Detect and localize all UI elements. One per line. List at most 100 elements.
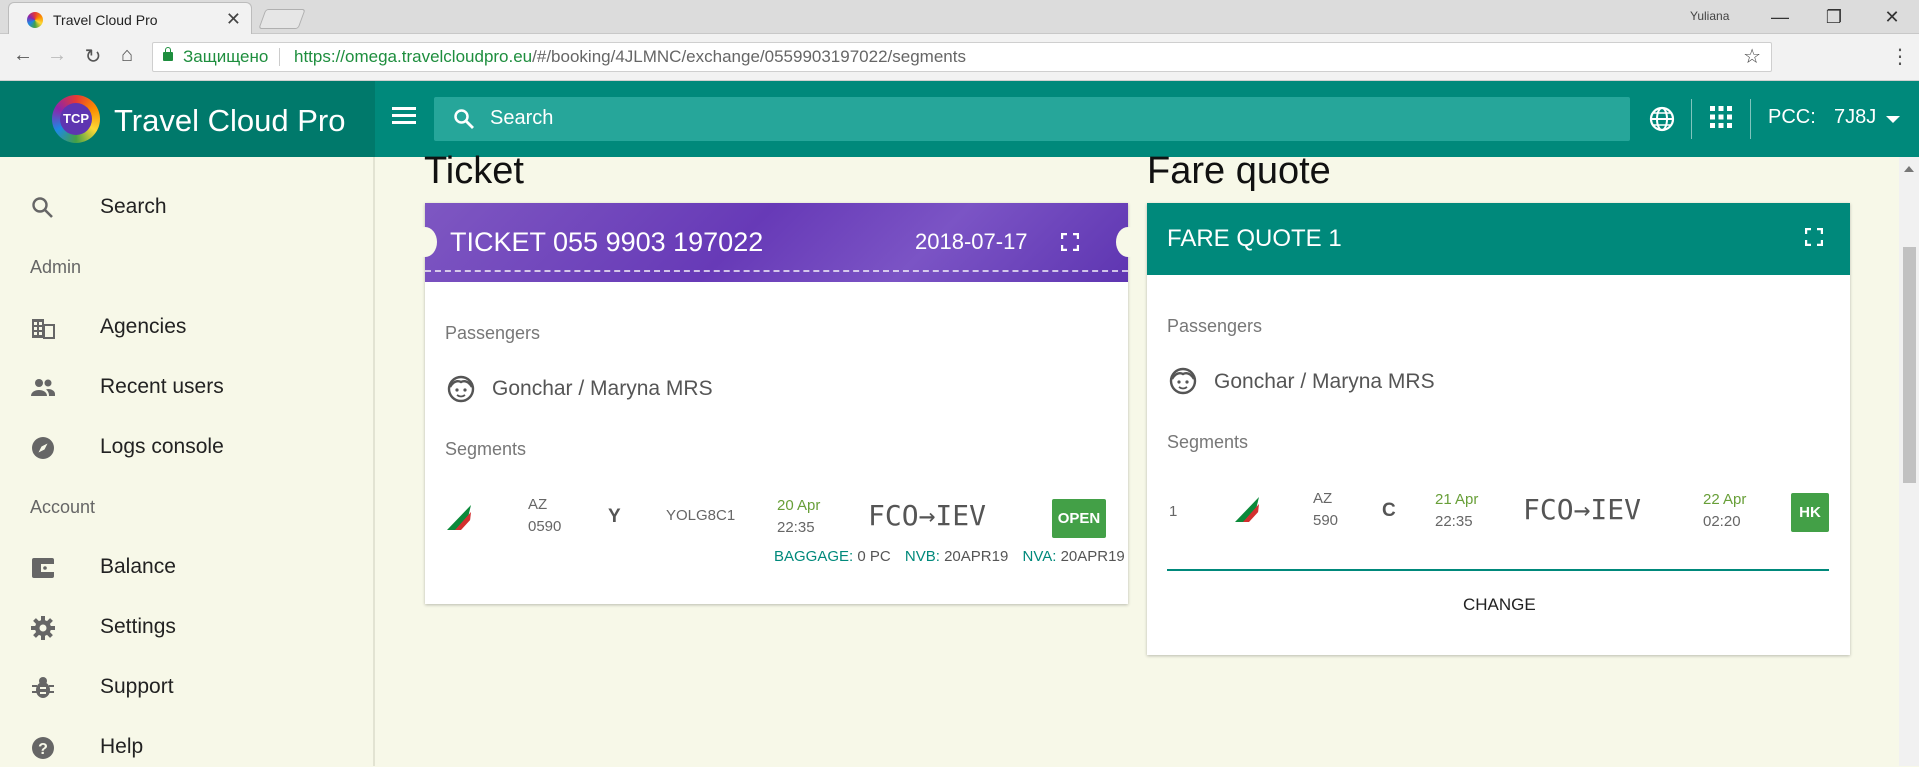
nvb-value: 20APR19 (944, 548, 1009, 565)
restore-icon[interactable]: ❐ (1812, 4, 1856, 30)
search-icon (454, 109, 474, 129)
fare-quote-card: FARE QUOTE 1 Passengers Gonchar / Maryna… (1147, 203, 1850, 655)
ticket-number: TICKET 055 9903 197022 (450, 227, 764, 257)
fare-quote-header: FARE QUOTE 1 (1147, 203, 1850, 275)
new-tab-button[interactable] (258, 9, 306, 29)
tcp-logo: TCP (52, 95, 100, 143)
url-path: /#/booking/4JLMNC/exchange/0559903197022… (532, 47, 966, 66)
browser-tab-bar: Travel Cloud Pro ✕ Yuliana — ❐ ✕ (0, 0, 1919, 35)
fare-quote-title: FARE QUOTE 1 (1167, 225, 1342, 252)
global-search-input[interactable]: Search (434, 97, 1630, 141)
sidebar-item-agencies[interactable]: Agencies (0, 307, 375, 347)
change-divider (1167, 569, 1829, 571)
url-host: https://omega.travelcloudpro.eu (294, 47, 533, 66)
brand-area[interactable]: TCP Travel Cloud Pro (0, 81, 375, 157)
pcc-label: PCC: (1768, 106, 1816, 128)
scrollbar-thumb[interactable] (1903, 247, 1916, 483)
segment-route: FCO→IEV (868, 499, 987, 532)
passenger-face-icon (447, 375, 475, 403)
url-input[interactable]: Защищено https://omega.travelcloudpro.eu… (152, 42, 1772, 72)
reload-icon[interactable]: ↻ (80, 44, 106, 69)
status-badge: OPEN (1052, 499, 1106, 538)
change-button[interactable]: CHANGE (1463, 595, 1536, 615)
sidebar-item-support[interactable]: Support (0, 667, 375, 707)
segment-arr-time: 02:20 (1703, 513, 1741, 530)
segments-label: Segments (1167, 432, 1249, 452)
ticket-perforation (425, 270, 1128, 272)
baggage-value: 0 PC (857, 548, 891, 565)
pcc-select[interactable]: 7J8J (1834, 106, 1876, 129)
url-text: https://omega.travelcloudpro.eu/#/bookin… (294, 43, 966, 71)
help-icon: ? (32, 737, 54, 759)
sidebar-item-label: Help (100, 735, 144, 758)
search-icon (32, 197, 53, 218)
search-placeholder: Search (490, 107, 554, 129)
fullscreen-icon[interactable] (1805, 228, 1823, 246)
secure-label: Защищено (183, 47, 269, 66)
fare-quote-section-title: Fare quote (1147, 150, 1331, 192)
nva-key: NVA: (1022, 548, 1057, 565)
passengers-label: Passengers (1167, 316, 1263, 336)
segment-index: 1 (1169, 503, 1178, 520)
header-divider (1750, 99, 1751, 139)
people-icon (31, 379, 55, 396)
sidebar-item-label: Balance (100, 555, 176, 578)
sidebar-item-label: Support (100, 675, 174, 698)
lock-icon (163, 47, 173, 61)
alitalia-logo-icon (447, 505, 472, 530)
bookmark-star-icon[interactable]: ☆ (1743, 43, 1761, 71)
menu-hamburger-icon[interactable] (392, 107, 416, 127)
address-toolbar: ← → ↻ ⌂ Защищено https://omega.travelclo… (0, 34, 1919, 81)
sidebar-item-recent-users[interactable]: Recent users (0, 367, 375, 407)
passenger-face-icon (1169, 367, 1197, 395)
brand-name: Travel Cloud Pro (114, 103, 346, 138)
logo-text: TCP (60, 103, 92, 135)
segment-dep-time: 22:35 (1435, 513, 1473, 530)
segment-flight: 0590 (528, 518, 562, 535)
browser-menu-icon[interactable]: ⋮ (1890, 44, 1910, 69)
ticket-notch (413, 227, 437, 257)
wallet-icon (32, 558, 55, 578)
browser-tab[interactable]: Travel Cloud Pro ✕ (8, 2, 252, 35)
tab-close-icon[interactable]: ✕ (226, 9, 241, 30)
segment-dep-time: 22:35 (777, 519, 815, 536)
sidebar-item-settings[interactable]: Settings (0, 607, 375, 647)
alitalia-logo-icon (1235, 497, 1260, 522)
sidebar-item-help[interactable]: ? Help (0, 727, 375, 767)
segment-class: Y (608, 506, 621, 527)
ticket-date: 2018-07-17 (915, 229, 1028, 254)
baggage-line: BAGGAGE: 0 PC NVB: 20APR19 NVA: 20APR19 (774, 548, 1125, 565)
baggage-key: BAGGAGE: (774, 548, 854, 565)
minimize-icon[interactable]: — (1758, 4, 1802, 30)
segment-arr-date: 22 Apr (1703, 491, 1747, 508)
ticket-card: TICKET 055 9903 197022 2018-07-17 Passen… (413, 203, 1140, 604)
ticket-header: TICKET 055 9903 197022 2018-07-17 (413, 203, 1140, 282)
nvb-key: NVB: (904, 548, 940, 565)
sidebar: Search Admin Agencies Recent users Logs … (0, 157, 375, 766)
compass-icon (32, 437, 54, 459)
app-header: TCP Travel Cloud Pro Search PCC: 7J8J (0, 81, 1919, 157)
home-icon[interactable]: ⌂ (114, 44, 140, 67)
svg-text:?: ? (38, 741, 48, 758)
window-close-icon[interactable]: ✕ (1870, 4, 1914, 30)
header-divider (1691, 99, 1692, 139)
sidebar-item-logs-console[interactable]: Logs console (0, 427, 375, 467)
sidebar-item-label: Settings (100, 615, 176, 638)
apps-grid-icon[interactable] (1709, 105, 1733, 129)
forward-arrow-icon[interactable]: → (44, 44, 70, 67)
sidebar-item-balance[interactable]: Balance (0, 547, 375, 587)
status-badge: HK (1791, 493, 1829, 532)
fullscreen-icon[interactable] (1061, 233, 1079, 251)
globe-icon[interactable] (1648, 105, 1676, 133)
sidebar-item-label: Recent users (100, 375, 224, 398)
building-icon (32, 319, 55, 339)
scroll-up-icon[interactable] (1904, 166, 1914, 172)
sidebar-item-search[interactable]: Search (0, 187, 375, 227)
ticket-section-title: Ticket (424, 150, 524, 192)
segment-route: FCO→IEV (1523, 493, 1642, 526)
segment-fare-basis: YOLG8C1 (666, 507, 736, 524)
ticket-notch (1116, 227, 1140, 257)
profile-name[interactable]: Yuliana (1690, 9, 1729, 23)
back-arrow-icon[interactable]: ← (10, 44, 36, 67)
pcc-caret-icon[interactable] (1886, 116, 1900, 123)
